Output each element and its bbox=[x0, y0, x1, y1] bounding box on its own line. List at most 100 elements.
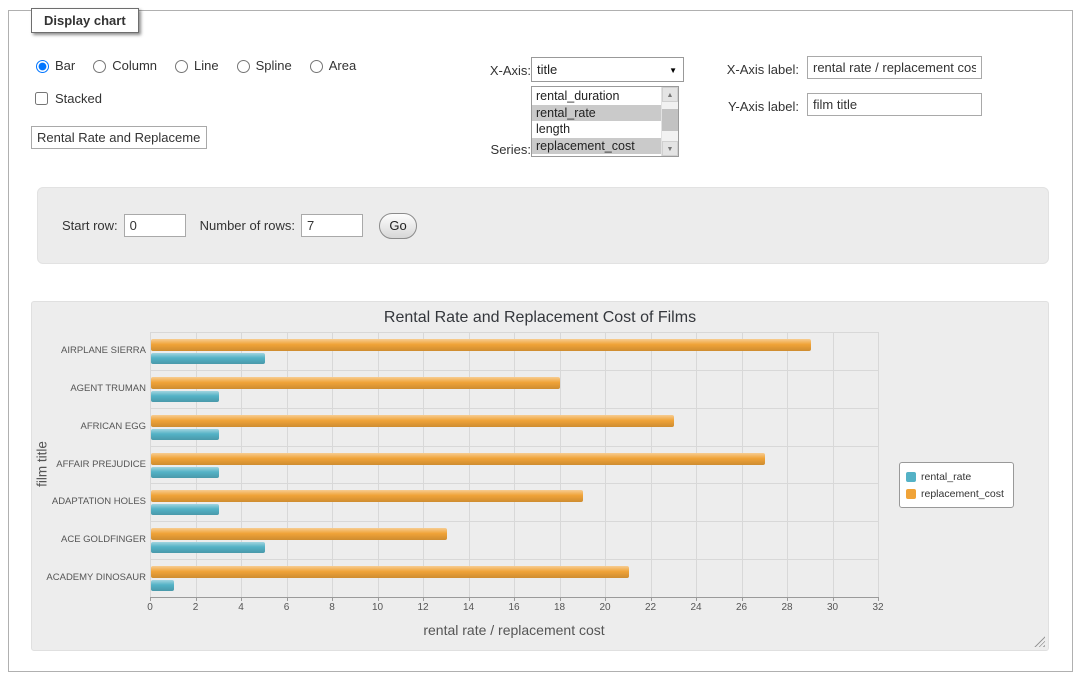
x-axis-title: rental rate / replacement cost bbox=[150, 622, 878, 638]
gridline bbox=[150, 559, 878, 560]
chart-type-line-label: Line bbox=[194, 58, 219, 73]
category-label: AGENT TRUMAN bbox=[34, 383, 146, 394]
gridline bbox=[833, 332, 834, 597]
x-axis-select[interactable]: title bbox=[532, 58, 683, 81]
chart-type-bar-label: Bar bbox=[55, 58, 75, 73]
legend-item[interactable]: replacement_cost bbox=[906, 485, 1004, 502]
x-tick-label: 12 bbox=[403, 602, 443, 613]
gridline bbox=[150, 483, 878, 484]
gridline bbox=[150, 446, 878, 447]
series-option[interactable]: rental_duration bbox=[532, 88, 661, 105]
legend-label: rental_rate bbox=[921, 471, 971, 483]
gridline bbox=[150, 521, 878, 522]
bar-rental_rate bbox=[151, 429, 219, 440]
plot-area bbox=[150, 332, 878, 597]
num-rows-input[interactable] bbox=[301, 214, 363, 237]
x-axis-select-box: title ▼ bbox=[531, 57, 684, 82]
scroll-down-icon[interactable]: ▼ bbox=[662, 141, 678, 156]
chart-type-column-radio[interactable] bbox=[93, 60, 106, 73]
x-tick-label: 2 bbox=[176, 602, 216, 613]
x-tick-label: 14 bbox=[449, 602, 489, 613]
panel-title: Display chart bbox=[31, 8, 139, 33]
gridline bbox=[787, 332, 788, 597]
bar-rental_rate bbox=[151, 391, 219, 402]
gridline bbox=[150, 408, 878, 409]
series-listbox-scrollbar[interactable]: ▲ ▼ bbox=[661, 87, 678, 156]
chart-type-bar-radio[interactable] bbox=[36, 60, 49, 73]
bar-replacement_cost bbox=[151, 528, 447, 540]
series-listbox-options: rental_durationrental_ratelengthreplacem… bbox=[532, 87, 661, 156]
chart-type-spline[interactable]: Spline bbox=[232, 57, 292, 73]
chart-title: Rental Rate and Replacement Cost of Film… bbox=[32, 309, 1048, 327]
x-tick-label: 24 bbox=[676, 602, 716, 613]
stacked-checkbox[interactable] bbox=[35, 92, 48, 105]
x-tick-label: 6 bbox=[267, 602, 307, 613]
bar-rental_rate bbox=[151, 504, 219, 515]
bar-replacement_cost bbox=[151, 453, 765, 465]
bar-replacement_cost bbox=[151, 490, 583, 502]
x-axis-line bbox=[150, 597, 878, 598]
series-field-label: Series: bbox=[449, 142, 531, 157]
scrollbar-thumb[interactable] bbox=[662, 109, 678, 131]
legend-label: replacement_cost bbox=[921, 488, 1004, 500]
x-tick-label: 18 bbox=[540, 602, 580, 613]
start-row-input[interactable] bbox=[124, 214, 186, 237]
chart-type-column-label: Column bbox=[112, 58, 157, 73]
stacked-label: Stacked bbox=[55, 91, 102, 106]
series-option[interactable]: rental_rate bbox=[532, 105, 661, 122]
chart-type-spline-radio[interactable] bbox=[237, 60, 250, 73]
series-option[interactable]: replacement_cost bbox=[532, 138, 661, 155]
x-tick-label: 4 bbox=[221, 602, 261, 613]
chart-type-bar[interactable]: Bar bbox=[31, 57, 75, 73]
chart-title-input[interactable] bbox=[31, 126, 207, 149]
num-rows-label: Number of rows: bbox=[200, 218, 295, 233]
bar-replacement_cost bbox=[151, 566, 629, 578]
chart-type-area-radio[interactable] bbox=[310, 60, 323, 73]
x-tick-label: 30 bbox=[813, 602, 853, 613]
chart-type-line[interactable]: Line bbox=[170, 57, 219, 73]
legend-swatch bbox=[906, 472, 916, 482]
go-button[interactable]: Go bbox=[379, 213, 417, 239]
category-label: ACADEMY DINOSAUR bbox=[34, 572, 146, 583]
display-chart-panel: Display chart Bar Column Line Spline Are… bbox=[8, 10, 1073, 672]
x-tick-label: 22 bbox=[631, 602, 671, 613]
x-tick-label: 32 bbox=[858, 602, 898, 613]
x-axis-label-input[interactable] bbox=[807, 56, 982, 79]
category-label: AFFAIR PREJUDICE bbox=[34, 459, 146, 470]
chart-panel: Rental Rate and Replacement Cost of Film… bbox=[31, 301, 1049, 651]
bar-rental_rate bbox=[151, 580, 174, 591]
bar-replacement_cost bbox=[151, 377, 560, 389]
category-label: ACE GOLDFINGER bbox=[34, 534, 146, 545]
chart-type-spline-label: Spline bbox=[256, 58, 292, 73]
category-label: AIRPLANE SIERRA bbox=[34, 345, 146, 356]
x-tick-label: 10 bbox=[358, 602, 398, 613]
axis-tick bbox=[878, 597, 879, 601]
resize-handle-icon[interactable] bbox=[1034, 636, 1045, 647]
chart-type-line-radio[interactable] bbox=[175, 60, 188, 73]
gridline bbox=[878, 332, 879, 597]
stacked-option[interactable]: Stacked bbox=[31, 89, 102, 108]
x-axis-label-field-label: X-Axis label: bbox=[699, 62, 799, 77]
x-tick-label: 20 bbox=[585, 602, 625, 613]
x-tick-label: 8 bbox=[312, 602, 352, 613]
chart-type-area[interactable]: Area bbox=[305, 57, 356, 73]
x-tick-label: 28 bbox=[767, 602, 807, 613]
x-axis-field-label: X-Axis: bbox=[449, 63, 531, 78]
bar-replacement_cost bbox=[151, 339, 811, 351]
bar-replacement_cost bbox=[151, 415, 674, 427]
bar-rental_rate bbox=[151, 353, 265, 364]
series-listbox[interactable]: rental_durationrental_ratelengthreplacem… bbox=[531, 86, 679, 157]
gridline bbox=[150, 332, 878, 333]
chart-type-column[interactable]: Column bbox=[88, 57, 157, 73]
x-tick-label: 0 bbox=[130, 602, 170, 613]
y-axis-label-input[interactable] bbox=[807, 93, 982, 116]
series-option[interactable]: length bbox=[532, 121, 661, 138]
legend-item[interactable]: rental_rate bbox=[906, 468, 1004, 485]
chart-type-group: Bar Column Line Spline Area bbox=[31, 57, 356, 73]
bar-rental_rate bbox=[151, 467, 219, 478]
gridline bbox=[150, 370, 878, 371]
scroll-up-icon[interactable]: ▲ bbox=[662, 87, 678, 102]
category-label: ADAPTATION HOLES bbox=[34, 496, 146, 507]
x-tick-label: 16 bbox=[494, 602, 534, 613]
category-label: AFRICAN EGG bbox=[34, 421, 146, 432]
